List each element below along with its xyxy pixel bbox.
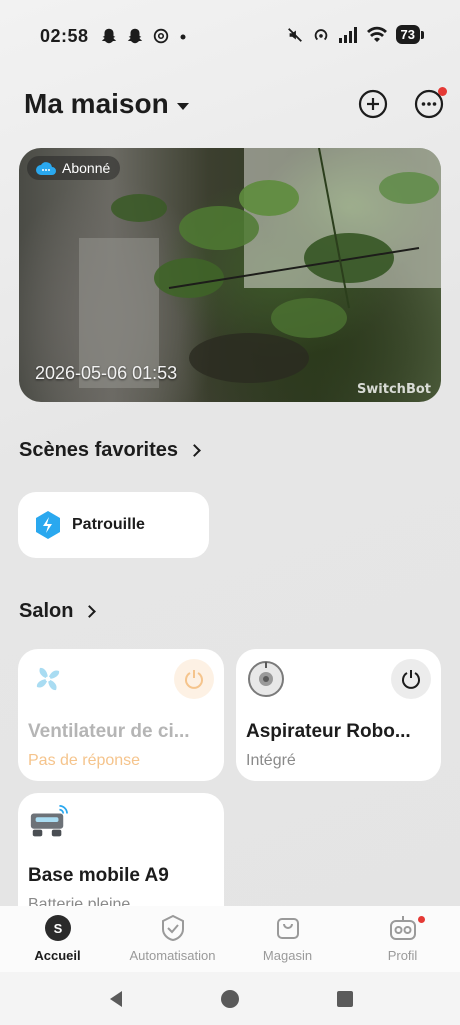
camera-preview-card[interactable]: Abonné 2026-05-06 01:53 SwitchBot <box>19 148 441 402</box>
tab-magasin[interactable]: Magasin <box>230 914 345 963</box>
hotspot-icon <box>314 28 327 40</box>
chevron-right-icon <box>188 444 201 457</box>
page-title: Ma maison <box>24 88 169 119</box>
subscription-label: Abonné <box>62 160 111 176</box>
home-icon[interactable] <box>220 989 240 1009</box>
device-name: Aspirateur Robo... <box>246 721 411 742</box>
bottom-tab-bar: S Accueil Automatisation Magasin Profil <box>0 906 460 972</box>
camera-timestamp: 2026-05-06 01:53 <box>35 363 178 383</box>
robot-face-icon <box>389 916 416 940</box>
power-icon <box>185 670 203 689</box>
device-status: Pas de réponse <box>28 752 141 769</box>
scene-label: Patrouille <box>72 516 145 533</box>
room-title: Salon <box>19 600 74 622</box>
shield-check-icon <box>161 914 184 942</box>
chevron-right-icon <box>83 605 97 618</box>
tab-label: Accueil <box>34 948 81 963</box>
tab-profil[interactable]: Profil <box>345 914 460 963</box>
tab-label: Magasin <box>262 948 313 963</box>
recents-icon[interactable] <box>335 989 355 1009</box>
favorites-section-header[interactable]: Scènes favorites <box>19 439 201 462</box>
svg-text:S: S <box>53 921 62 936</box>
tab-accueil[interactable]: S Accueil <box>0 914 115 963</box>
fan-icon <box>28 659 68 699</box>
app-header: Ma maison <box>0 84 460 134</box>
status-bar: 02:58 73 <box>0 0 460 72</box>
tab-label: Automatisation <box>129 948 216 963</box>
caret-down-icon <box>176 102 189 110</box>
home-selector[interactable]: Ma maison <box>24 88 189 120</box>
wifi-icon <box>366 26 387 42</box>
device-name: Ventilateur de ci... <box>28 721 190 742</box>
dot-icon <box>180 34 186 40</box>
mute-icon <box>287 27 302 42</box>
back-icon[interactable] <box>106 989 126 1009</box>
scene-card-patrouille[interactable]: Patrouille <box>18 492 209 558</box>
status-right-icons: 73 <box>286 25 425 44</box>
shopping-bag-icon <box>276 918 299 939</box>
signal-icon <box>338 26 357 43</box>
snapchat-icon <box>127 28 143 44</box>
room-section-header[interactable]: Salon <box>19 600 97 623</box>
notification-dot <box>438 87 447 96</box>
tab-automatisation[interactable]: Automatisation <box>115 914 230 963</box>
fan-power-button[interactable] <box>174 659 214 699</box>
device-card-mobile-base[interactable]: Base mobile A9 Batterie pleine <box>18 793 224 906</box>
threads-icon <box>153 28 169 44</box>
device-card-robot-vacuum[interactable]: Aspirateur Robo... Intégré <box>236 649 441 781</box>
bolt-hexagon-icon <box>36 511 60 539</box>
tab-label: Profil <box>387 948 418 963</box>
vacuum-power-button[interactable] <box>391 659 431 699</box>
add-device-button[interactable] <box>357 88 389 120</box>
camera-watermark: SwitchBot <box>356 382 431 397</box>
system-nav-bar <box>0 972 460 1025</box>
device-card-fan[interactable]: Ventilateur de ci... Pas de réponse <box>18 649 224 781</box>
subscription-badge: Abonné <box>27 156 121 180</box>
plus-circle-icon <box>358 89 388 119</box>
robot-vacuum-icon <box>246 659 286 699</box>
status-left-icons <box>100 27 188 45</box>
notification-dot <box>418 916 425 923</box>
home-avatar-icon: S <box>44 915 71 941</box>
device-status: Intégré <box>246 752 296 769</box>
status-time: 02:58 <box>40 26 89 46</box>
device-status: Batterie pleine <box>28 896 131 906</box>
snapchat-icon <box>101 28 117 44</box>
mobile-base-icon <box>28 803 68 843</box>
battery-icon: 73 <box>395 25 425 44</box>
cloud-icon <box>36 162 56 175</box>
more-options-button[interactable] <box>413 87 447 120</box>
favorites-title: Scènes favorites <box>19 439 178 461</box>
power-icon <box>402 670 420 689</box>
device-name: Base mobile A9 <box>28 865 169 886</box>
